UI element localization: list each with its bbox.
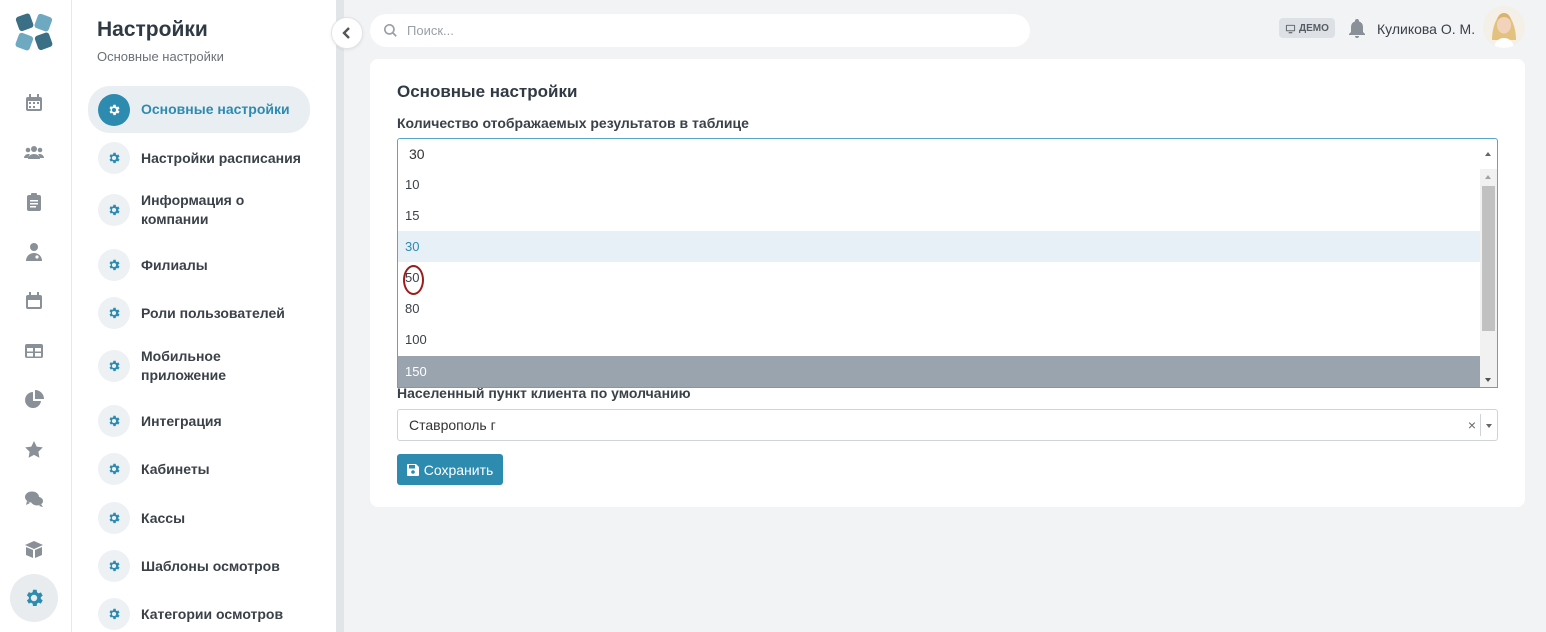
clear-icon[interactable]: × — [1468, 417, 1476, 433]
icon-rail — [0, 0, 72, 632]
gear-icon — [98, 598, 130, 630]
sidebar-item-exam-categories[interactable]: Категории осмотров — [88, 597, 310, 631]
users-icon[interactable] — [22, 141, 46, 165]
card-title: Основные настройки — [397, 82, 578, 101]
option-50[interactable]: 50 — [398, 262, 1480, 293]
bell-icon[interactable] — [1347, 18, 1367, 38]
search-input[interactable] — [407, 23, 1007, 38]
gear-icon — [98, 93, 130, 126]
sidebar-subtitle: Основные настройки — [97, 49, 224, 64]
sidebar-item-cash-desks[interactable]: Кассы — [88, 501, 310, 535]
results-count-value: 30 — [409, 146, 425, 162]
gear-icon — [98, 249, 130, 281]
demo-badge: ДЕМО — [1279, 18, 1335, 38]
table-icon[interactable] — [22, 339, 46, 363]
collapse-sidebar-button[interactable] — [331, 17, 363, 49]
sidebar-item-label: Кабинеты — [141, 460, 210, 477]
calendar-icon[interactable] — [22, 91, 46, 115]
doctor-icon[interactable] — [22, 240, 46, 264]
results-count-label: Количество отображаемых результатов в та… — [397, 115, 749, 131]
star-icon[interactable] — [22, 438, 46, 462]
user-name[interactable]: Куликова О. М. — [1377, 21, 1475, 37]
select-separator — [1480, 414, 1481, 436]
schedule-icon[interactable] — [22, 289, 46, 313]
sidebar-item-label: Кассы — [141, 509, 186, 526]
sidebar-item-exam-templates[interactable]: Шаблоны осмотров — [88, 549, 310, 583]
default-city-select[interactable]: Ставрополь г × — [397, 409, 1498, 441]
save-button[interactable]: Сохранить — [397, 454, 503, 485]
monitor-icon — [1285, 24, 1296, 33]
sidebar-item-label: Категории осмотров — [141, 605, 284, 622]
sidebar-item-main-settings[interactable]: Основные настройки — [88, 86, 310, 133]
results-count-dropdown[interactable]: 10 15 30 50 80 100 150 — [397, 169, 1498, 388]
sidebar-item-rooms[interactable]: Кабинеты — [88, 452, 310, 486]
settings-sidebar: Настройки Основные настройки Основные на… — [72, 0, 336, 632]
gear-icon — [98, 142, 130, 174]
chat-icon[interactable] — [22, 487, 46, 511]
sidebar-item-label: Мобильное приложение — [141, 348, 227, 383]
gear-icon — [98, 405, 130, 437]
scrollbar-thumb[interactable] — [1482, 186, 1495, 331]
sidebar-item-label: Интеграция — [141, 412, 222, 429]
scroll-up-arrow-icon[interactable] — [1485, 175, 1491, 179]
option-15[interactable]: 15 — [398, 200, 1480, 231]
sidebar-item-company-info[interactable]: Информация о компании — [88, 190, 310, 230]
sidebar-item-branches[interactable]: Филиалы — [88, 248, 310, 282]
sidebar-item-label: Основные настройки — [141, 101, 290, 117]
option-30-selected[interactable]: 30 — [398, 231, 1480, 262]
gear-icon — [98, 297, 130, 329]
sidebar-item-label: Информация о компании — [141, 192, 245, 227]
sidebar-item-mobile-app[interactable]: Мобильное приложение — [88, 346, 310, 386]
sidebar-item-label: Роли пользователей — [141, 304, 285, 321]
option-80[interactable]: 80 — [398, 293, 1480, 324]
sidebar-divider — [336, 0, 344, 632]
box-icon[interactable] — [22, 537, 46, 561]
dropdown-scrollbar[interactable] — [1480, 169, 1497, 387]
demo-badge-label: ДЕМО — [1299, 22, 1329, 34]
option-10[interactable]: 10 — [398, 169, 1480, 200]
gear-icon — [98, 453, 130, 485]
gear-icon — [98, 502, 130, 534]
chevron-down-icon[interactable] — [1486, 424, 1492, 428]
sidebar-item-schedule-settings[interactable]: Настройки расписания — [88, 141, 310, 175]
settings-gear-icon[interactable] — [10, 574, 58, 622]
app-logo[interactable] — [13, 11, 55, 53]
gear-icon — [98, 350, 130, 382]
chevron-up-icon — [1485, 152, 1491, 156]
option-150-highlighted[interactable]: 150 — [398, 356, 1480, 387]
sidebar-item-user-roles[interactable]: Роли пользователей — [88, 296, 310, 330]
floppy-disk-icon — [406, 463, 419, 476]
scroll-down-arrow-icon[interactable] — [1485, 378, 1491, 382]
sidebar-item-integration[interactable]: Интеграция — [88, 404, 310, 438]
pie-chart-icon[interactable] — [22, 388, 46, 412]
search-bar[interactable] — [370, 14, 1030, 47]
sidebar-item-label: Филиалы — [141, 256, 208, 273]
sidebar-item-label: Настройки расписания — [141, 149, 301, 166]
settings-card: Основные настройки Количество отображаем… — [370, 59, 1525, 507]
sidebar-title: Настройки — [97, 18, 208, 41]
option-100[interactable]: 100 — [398, 324, 1480, 355]
default-city-value: Ставрополь г — [409, 417, 496, 433]
chevron-left-icon — [342, 27, 350, 39]
gear-icon — [98, 550, 130, 582]
clipboard-icon[interactable] — [22, 190, 46, 214]
search-icon — [384, 24, 397, 37]
results-count-select[interactable]: 30 — [397, 138, 1498, 170]
gear-icon — [98, 194, 130, 226]
avatar[interactable] — [1483, 6, 1525, 48]
sidebar-item-label: Шаблоны осмотров — [141, 557, 280, 574]
save-button-label: Сохранить — [423, 461, 494, 478]
